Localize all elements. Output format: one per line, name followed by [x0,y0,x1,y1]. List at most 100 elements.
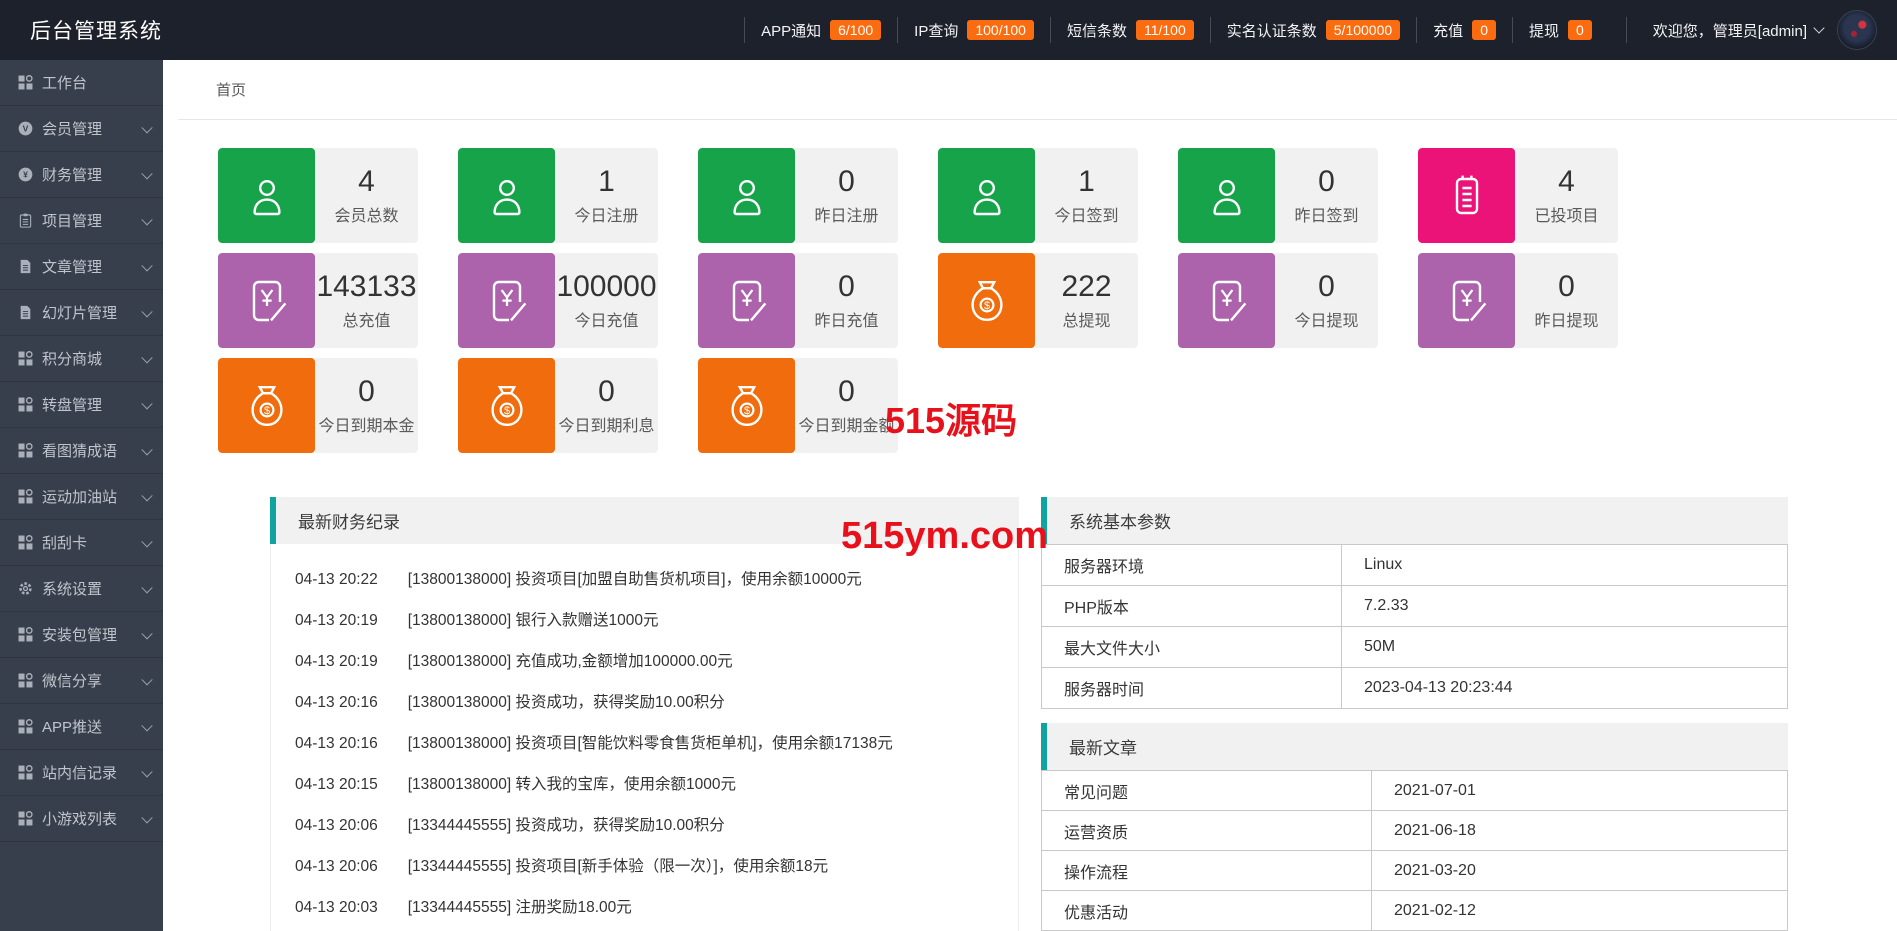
sidebar-item[interactable]: V ¥ 微信分享 [0,658,163,704]
sidebar-item[interactable]: V ¥ 安装包管理 [0,612,163,658]
sidebar-item[interactable]: V ¥ 转盘管理 [0,382,163,428]
menu-icon: V ¥ [18,213,33,228]
yen-bill-icon [483,277,531,325]
svg-text:¥: ¥ [23,170,28,180]
sidebar-item-label: 看图猜成语 [42,440,117,461]
stat-value: 143133 [316,271,416,303]
sidebar-item[interactable]: V ¥ 项目管理 [0,198,163,244]
user-menu[interactable]: 欢迎您，管理员[admin] [1626,17,1823,43]
menu-icon: V ¥ [18,673,33,688]
stat-label: 已投项目 [1534,202,1598,226]
menu-icon: V ¥ [18,581,33,596]
chevron-down-icon [141,444,152,455]
stat-card-icon: $ [458,358,555,453]
sidebar-item[interactable]: V ¥ 站内信记录 [0,750,163,796]
header-stat-item[interactable]: APP通知 6/100 [744,17,897,43]
record-text: [13800138000] 投资项目[加盟自助售货机项目]，使用余额10000元 [408,571,862,588]
chevron-down-icon [141,628,152,639]
record-text: [13344445555] 投资项目[新手体验（限一次）]，使用余额18元 [408,858,828,875]
stat-card-icon: $ [938,148,1035,243]
stat-card-body: 0 今日到期金额 [795,358,898,453]
menu-icon: V ¥ [18,489,33,504]
stat-value: 0 [838,376,855,408]
stat-card-body: 222 总提现 [1035,253,1138,348]
status-badge: 6/100 [830,20,881,40]
stat-value: 100000 [556,271,656,303]
header-stat-item[interactable]: IP查询 100/100 [897,17,1050,43]
breadcrumb-bar: 首页 [178,60,1897,120]
sidebar-item[interactable]: V ¥ 幻灯片管理 [0,290,163,336]
sidebar-item-label: 积分商城 [42,348,102,369]
sidebar-item[interactable]: V ¥ 系统设置 [0,566,163,612]
header-stat-item[interactable]: 短信条数 11/100 [1050,17,1210,43]
chevron-down-icon [141,766,152,777]
stat-value: 1 [1078,166,1095,198]
status-badge: 11/100 [1136,20,1194,40]
avatar[interactable] [1837,10,1877,50]
stat-card-icon: $ [218,148,315,243]
sidebar-item[interactable]: V ¥ 会员管理 [0,106,163,152]
sidebar-item-label: 安装包管理 [42,624,117,645]
stat-value: 0 [838,166,855,198]
chevron-down-icon [141,398,152,409]
svg-text:V: V [23,124,29,134]
record-time: 04-13 20:19 [295,653,378,670]
header-stat-item[interactable]: 提现 0 [1512,17,1608,43]
param-value: 50M [1342,627,1787,667]
sidebar-item[interactable]: V ¥ 刮刮卡 [0,520,163,566]
header-stat-item[interactable]: 实名认证条数 5/100000 [1210,17,1416,43]
stat-card-body: 0 今日到期利息 [555,358,658,453]
user-icon [1203,172,1251,220]
stat-card: $ 4 会员总数 [218,148,418,243]
sidebar-item[interactable]: V ¥ 工作台 [0,60,163,106]
breadcrumb[interactable]: 首页 [178,79,246,100]
header-stat-item[interactable]: 充值 0 [1416,17,1512,43]
finance-panel: 最新财务纪录 04-13 20:22[13800138000] 投资项目[加盟自… [270,497,1019,931]
stat-value: 222 [1061,271,1111,303]
stat-card-icon: $ [458,253,555,348]
menu-icon: V ¥ [18,305,33,320]
sidebar-item[interactable]: V ¥ 积分商城 [0,336,163,382]
stat-label: 今日到期本金 [318,412,414,436]
header-stat-label: IP查询 [914,20,958,41]
sidebar-item[interactable]: V ¥ 文章管理 [0,244,163,290]
stat-label: 昨日签到 [1294,202,1358,226]
record-text: [13344445555] 投资成功，获得奖励10.00积分 [408,817,725,834]
sidebar-item-label: 幻灯片管理 [42,302,117,323]
table-row[interactable]: 操作流程 2021-03-20 [1042,850,1787,890]
table-row[interactable]: 常见问题 2021-07-01 [1042,771,1787,810]
stat-label: 昨日注册 [814,202,878,226]
stat-card: $ 0 昨日提现 [1418,253,1618,348]
user-icon [483,172,531,220]
table-row[interactable]: 优惠活动 2021-02-12 [1042,890,1787,930]
menu-icon: V ¥ [18,397,33,412]
stat-value: 4 [1558,166,1575,198]
sidebar-item-label: 文章管理 [42,256,102,277]
table-row[interactable]: 运营资质 2021-06-18 [1042,810,1787,850]
stat-label: 今日提现 [1294,307,1358,331]
stat-card-body: 0 昨日签到 [1275,148,1378,243]
stat-card: $ 222 总提现 [938,253,1138,348]
header-stat-label: APP通知 [761,20,821,41]
stat-card-icon: $ [1178,148,1275,243]
param-label: PHP版本 [1042,586,1342,626]
sidebar-item-label: 项目管理 [42,210,102,231]
sidebar-item[interactable]: V ¥ APP推送 [0,704,163,750]
record-time: 04-13 20:06 [295,817,378,834]
lower-panels: 最新财务纪录 04-13 20:22[13800138000] 投资项目[加盟自… [218,497,1897,931]
sidebar-item[interactable]: V ¥ 财务管理 [0,152,163,198]
stat-card-body: 0 昨日注册 [795,148,898,243]
stat-card: $ 100000 今日充值 [458,253,658,348]
stat-card-icon: $ [218,253,315,348]
article-date: 2021-02-12 [1372,891,1787,930]
stat-label: 今日注册 [574,202,638,226]
sidebar-item[interactable]: V ¥ 运动加油站 [0,474,163,520]
sidebar-item[interactable]: V ¥ 看图猜成语 [0,428,163,474]
sidebar-item-label: 系统设置 [42,578,102,599]
welcome-text: 欢迎您，管理员[admin] [1653,20,1807,41]
menu-icon: V ¥ [18,719,33,734]
articles-table: 常见问题 2021-07-01 运营资质 2021-06-18 [1041,770,1788,931]
sidebar-item[interactable]: V ¥ 小游戏列表 [0,796,163,842]
stat-card-body: 4 已投项目 [1515,148,1618,243]
record-time: 04-13 20:16 [295,735,378,752]
